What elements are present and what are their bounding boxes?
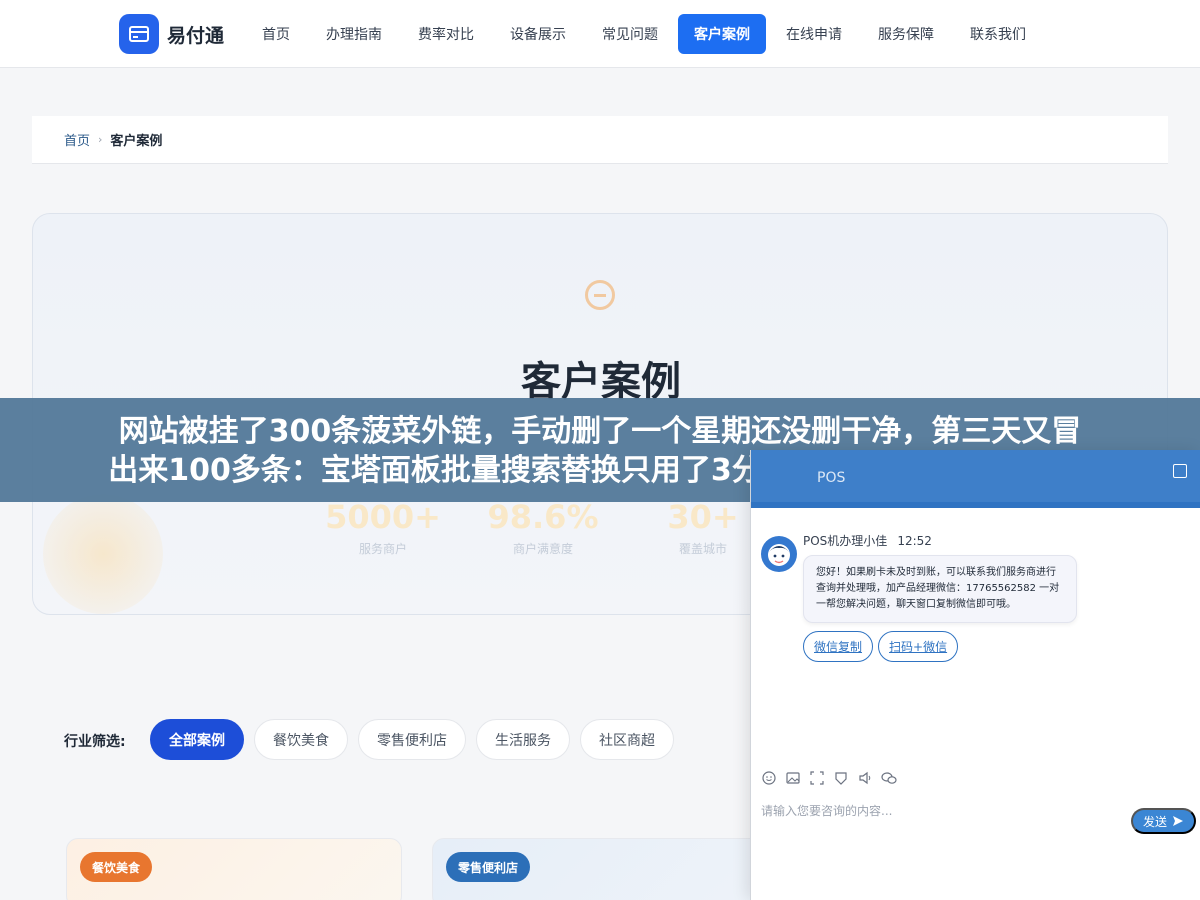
nav-rate-compare[interactable]: 费率对比 xyxy=(402,14,490,54)
agent-meta: POS机办理小佳 12:52 xyxy=(803,532,932,549)
wechat-icon[interactable] xyxy=(881,770,897,786)
emoji-icon[interactable] xyxy=(761,770,777,786)
stats-row: 5000+ 服务商户 98.6% 商户满意度 30+ 覆盖城市 xyxy=(303,498,783,557)
minimize-icon[interactable] xyxy=(1173,464,1187,478)
nav-devices[interactable]: 设备展示 xyxy=(494,14,582,54)
case-icon xyxy=(585,280,615,310)
nav-service[interactable]: 服务保障 xyxy=(862,14,950,54)
copy-wechat-button[interactable]: 微信复制 xyxy=(803,631,874,662)
industry-filter-label: 行业筛选: xyxy=(64,734,126,750)
breadcrumb-home[interactable]: 首页 xyxy=(64,130,90,149)
case-card-retail[interactable]: 零售便利店 xyxy=(432,838,768,900)
stat-value: 98.6% xyxy=(487,498,599,536)
quick-reply-row: 微信复制 扫码+微信 xyxy=(803,631,963,662)
breadcrumb-current: 客户案例 xyxy=(110,134,163,149)
stat-merchants: 5000+ 服务商户 xyxy=(303,498,463,557)
site-logo[interactable]: 易付通 xyxy=(119,14,224,54)
breadcrumb: 首页 › 客户案例 xyxy=(32,116,1168,164)
nav-home[interactable]: 首页 xyxy=(246,14,306,54)
filter-food[interactable]: 餐饮美食 xyxy=(254,719,348,760)
send-button-label: 发送 xyxy=(1143,814,1168,829)
image-icon[interactable] xyxy=(785,770,801,786)
chat-toolbar xyxy=(761,770,905,786)
case-tag: 零售便利店 xyxy=(446,852,531,882)
voice-icon[interactable] xyxy=(857,770,873,786)
filter-life-service[interactable]: 生活服务 xyxy=(476,719,570,760)
chat-header: POS xyxy=(751,450,1200,508)
site-logo-text: 易付通 xyxy=(167,24,225,47)
card-icon xyxy=(119,14,159,54)
agent-avatar xyxy=(761,536,797,572)
stat-satisfaction: 98.6% 商户满意度 xyxy=(463,498,623,557)
rating-icon[interactable] xyxy=(833,770,849,786)
nav-guide[interactable]: 办理指南 xyxy=(310,14,398,54)
hero-decoration xyxy=(43,494,163,614)
chat-header-title: POS xyxy=(817,470,846,486)
breadcrumb-separator: › xyxy=(98,133,103,146)
case-card-food[interactable]: 餐饮美食 xyxy=(66,838,402,900)
screenshot-icon[interactable] xyxy=(809,770,825,786)
nav-contact[interactable]: 联系我们 xyxy=(954,14,1042,54)
scan-wechat-button[interactable]: 扫码+微信 xyxy=(878,631,959,662)
nav-cases[interactable]: 客户案例 xyxy=(678,14,766,54)
top-navigation-bar: 易付通 首页 办理指南 费率对比 设备展示 常见问题 客户案例 在线申请 服务保… xyxy=(0,0,1200,68)
stat-label: 商户满意度 xyxy=(512,542,573,556)
case-tag: 餐饮美食 xyxy=(80,852,153,882)
filter-all[interactable]: 全部案例 xyxy=(150,719,244,760)
chat-widget: POS POS机办理小佳 12:52 您好！如果刷卡未及时到账，可以联系我们服务商… xyxy=(750,450,1200,900)
industry-filter-group: 全部案例 餐饮美食 零售便利店 生活服务 社区商超 xyxy=(150,719,684,760)
stat-value: 5000+ xyxy=(325,498,441,536)
chat-header-strip xyxy=(751,502,1200,508)
nav-apply[interactable]: 在线申请 xyxy=(770,14,858,54)
send-button[interactable]: 发送 xyxy=(1131,808,1197,834)
agent-name: POS机办理小佳 xyxy=(803,534,888,548)
filter-retail[interactable]: 零售便利店 xyxy=(358,719,466,760)
main-nav: 首页 办理指南 费率对比 设备展示 常见问题 客户案例 在线申请 服务保障 联系… xyxy=(246,14,1046,54)
agent-message-bubble: 您好！如果刷卡未及时到账，可以联系我们服务商进行查询并处理哦，加产品经理微信：1… xyxy=(803,555,1077,623)
send-icon xyxy=(1173,816,1184,826)
chat-message-input[interactable]: 请输入您要咨询的内容... xyxy=(761,802,1121,819)
nav-faq[interactable]: 常见问题 xyxy=(586,14,674,54)
message-time: 12:52 xyxy=(897,534,932,548)
stat-label: 服务商户 xyxy=(358,542,407,556)
filter-community-market[interactable]: 社区商超 xyxy=(580,719,674,760)
banner-line-1: 网站被挂了300条菠菜外链，手动删了一个星期还没删干净，第三天又冒 xyxy=(118,414,1082,449)
